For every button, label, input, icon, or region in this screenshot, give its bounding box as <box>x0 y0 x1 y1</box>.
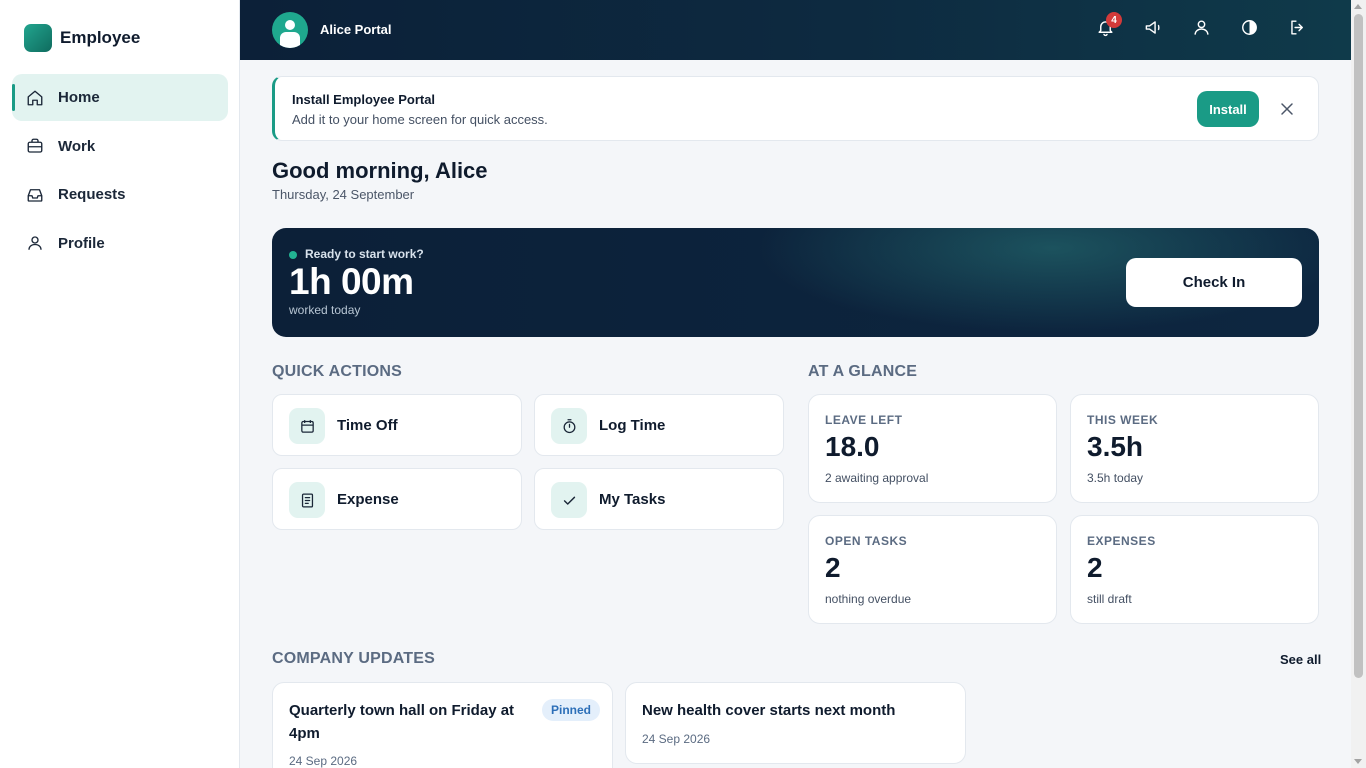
quick-action-time-off[interactable]: Time Off <box>272 394 522 456</box>
logout-icon <box>1288 18 1307 42</box>
brand[interactable]: Employee <box>24 24 140 52</box>
sidebar-item-label: Requests <box>58 186 126 203</box>
update-title: New health cover starts next month <box>642 702 896 719</box>
update-title: Quarterly town hall on Friday at 4pm <box>289 702 515 742</box>
install-button[interactable]: Install <box>1197 91 1259 127</box>
user-icon <box>1192 18 1211 42</box>
quick-action-label: Log Time <box>599 417 666 434</box>
work-status-card: Ready to start work? 1h 00m worked today… <box>272 228 1319 337</box>
scrollbar[interactable] <box>1351 0 1366 768</box>
hours-worked: 1h 00m <box>289 261 414 302</box>
quick-action-expense[interactable]: Expense <box>272 468 522 530</box>
install-banner-title: Install Employee Portal <box>292 92 436 107</box>
megaphone-icon <box>1144 18 1163 42</box>
install-banner-subtitle: Add it to your home screen for quick acc… <box>292 112 548 127</box>
quick-action-label: Expense <box>337 491 399 508</box>
install-banner: Install Employee Portal Add it to your h… <box>272 76 1319 141</box>
close-icon[interactable] <box>1279 101 1295 117</box>
update-card[interactable]: New health cover starts next month 24 Se… <box>625 682 966 764</box>
notification-badge: 4 <box>1106 12 1122 28</box>
stat-card-expenses: EXPENSES 2 still draft <box>1070 515 1319 624</box>
brand-name: Employee <box>60 28 141 47</box>
update-date: 24 Sep 2026 <box>289 754 358 768</box>
stat-subtext: nothing overdue <box>825 592 912 606</box>
check-in-button[interactable]: Check In <box>1126 258 1302 307</box>
user-icon <box>26 234 44 252</box>
sidebar-item-label: Work <box>58 137 96 155</box>
sidebar-nav: Home Work Requests Profile <box>12 74 228 268</box>
receipt-icon <box>289 482 325 518</box>
sidebar-item-work[interactable]: Work <box>12 123 228 170</box>
account-button[interactable] <box>1189 18 1213 42</box>
portal-name: Alice Portal <box>320 22 392 37</box>
quick-action-label: My Tasks <box>599 491 666 508</box>
stat-subtext: 3.5h today <box>1087 471 1144 485</box>
sidebar-item-label: Home <box>58 89 100 106</box>
page-title: Good morning, Alice <box>272 158 488 183</box>
quick-actions-title: QUICK ACTIONS <box>272 363 403 380</box>
theme-toggle-button[interactable] <box>1237 18 1261 42</box>
stopwatch-icon <box>551 408 587 444</box>
stat-subtext: 2 awaiting approval <box>825 471 929 485</box>
logout-button[interactable] <box>1285 18 1309 42</box>
top-bar: Alice Portal 4 <box>240 0 1351 60</box>
stat-value: 18.0 <box>825 431 880 462</box>
stat-value: 2 <box>825 552 841 583</box>
stat-value: 3.5h <box>1087 431 1144 462</box>
update-date: 24 Sep 2026 <box>642 732 711 746</box>
sidebar-item-requests[interactable]: Requests <box>12 171 228 218</box>
briefcase-icon <box>26 137 44 155</box>
company-updates-title: COMPANY UPDATES <box>272 650 436 667</box>
stat-card-open-tasks: OPEN TASKS 2 nothing overdue <box>808 515 1057 624</box>
update-card[interactable]: Quarterly town hall on Friday at 4pm Pin… <box>272 682 613 768</box>
status-dot-icon <box>289 251 297 259</box>
calendar-icon <box>289 408 325 444</box>
avatar[interactable] <box>272 12 308 48</box>
stat-label: THIS WEEK <box>1087 413 1159 427</box>
stat-card-leave-left: LEAVE LEFT 18.0 2 awaiting approval <box>808 394 1057 503</box>
stat-label: EXPENSES <box>1087 534 1156 548</box>
brand-logo <box>24 24 52 52</box>
check-icon <box>551 482 587 518</box>
stat-label: OPEN TASKS <box>825 534 908 548</box>
sidebar-item-label: Profile <box>58 234 105 252</box>
scroll-down-arrow-icon[interactable] <box>1354 759 1362 764</box>
notifications-button[interactable]: 4 <box>1093 12 1122 42</box>
inbox-icon <box>26 186 44 204</box>
stat-value: 2 <box>1087 552 1103 583</box>
home-icon <box>26 89 44 107</box>
scroll-thumb[interactable] <box>1354 14 1363 678</box>
sidebar-item-home[interactable]: Home <box>12 74 228 121</box>
current-date: Thursday, 24 September <box>272 187 415 202</box>
avatar-head <box>285 20 295 30</box>
avatar-body <box>280 32 300 48</box>
hours-worked-caption: worked today <box>289 303 361 317</box>
announcements-button[interactable] <box>1141 18 1165 42</box>
stat-card-this-week: THIS WEEK 3.5h 3.5h today <box>1070 394 1319 503</box>
contrast-icon <box>1240 18 1259 42</box>
stat-label: LEAVE LEFT <box>825 413 903 427</box>
quick-action-label: Time Off <box>337 417 398 434</box>
sidebar: Employee Home Work Requests Profile <box>0 0 240 768</box>
work-status-text: Ready to start work? <box>305 247 424 261</box>
sidebar-item-profile[interactable]: Profile <box>12 220 228 267</box>
quick-action-log-time[interactable]: Log Time <box>534 394 784 456</box>
pinned-badge: Pinned <box>542 699 601 721</box>
quick-action-my-tasks[interactable]: My Tasks <box>534 468 784 530</box>
scroll-up-arrow-icon[interactable] <box>1354 4 1362 9</box>
at-a-glance-title: AT A GLANCE <box>808 363 918 380</box>
stat-subtext: still draft <box>1087 592 1132 606</box>
see-all-link[interactable]: See all <box>1280 652 1321 667</box>
